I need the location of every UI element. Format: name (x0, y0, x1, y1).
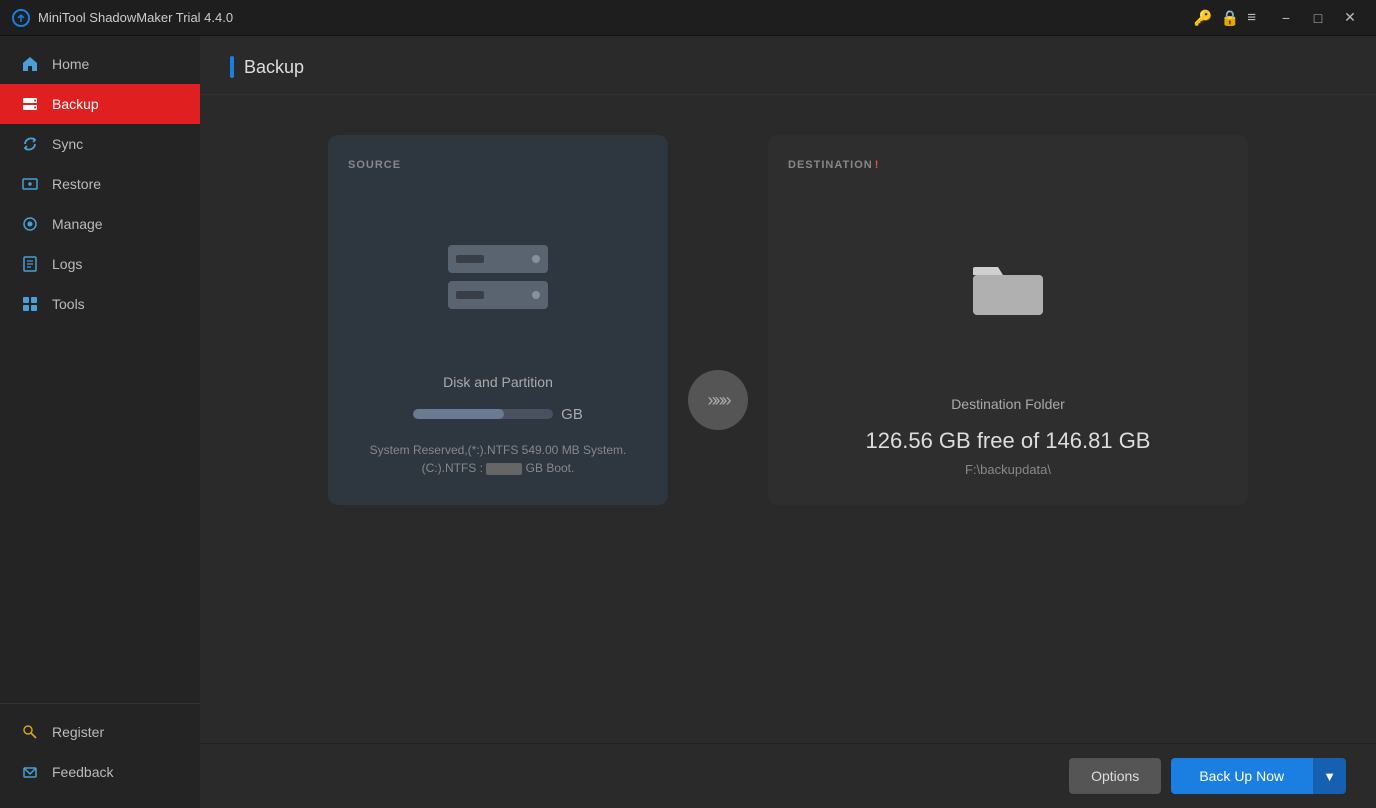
sidebar-label-tools: Tools (52, 296, 85, 312)
disk-dot-2 (532, 291, 540, 299)
source-card-label: Disk and Partition (443, 374, 553, 390)
arrow-chevrons: »»» (707, 390, 728, 411)
page-title: Backup (244, 57, 304, 78)
folder-icon (968, 255, 1048, 320)
header-accent-bar (230, 56, 234, 78)
page-header: Backup (200, 36, 1376, 95)
sidebar-label-backup: Backup (52, 96, 99, 112)
sidebar-label-feedback: Feedback (52, 764, 113, 780)
destination-icon-area (968, 195, 1048, 380)
source-detail-line2: (C:).NTFS : GB Boot. (422, 461, 575, 475)
app-title: MiniTool ShadowMaker Trial 4.4.0 (38, 10, 1194, 25)
sidebar-nav: Home Backup (0, 44, 200, 703)
sidebar-label-home: Home (52, 56, 89, 72)
manage-icon (20, 214, 40, 234)
destination-card[interactable]: DESTINATION! Destination Folder 126.56 G… (768, 135, 1248, 505)
maximize-button[interactable]: □ (1304, 4, 1332, 32)
disk-dot-1 (532, 255, 540, 263)
sidebar-item-home[interactable]: Home (0, 44, 200, 84)
destination-path: F:\backupdata\ (965, 462, 1051, 477)
source-size-fill (413, 409, 504, 419)
disk-slot-1 (456, 255, 484, 263)
mail-icon (20, 762, 40, 782)
disk-platter-1 (448, 245, 548, 273)
options-button[interactable]: Options (1069, 758, 1161, 794)
tools-icon (20, 294, 40, 314)
lock-icon[interactable]: 🔒 (1221, 9, 1240, 27)
source-detail: System Reserved,(*:).NTFS 549.00 MB Syst… (370, 441, 627, 477)
sidebar-item-logs[interactable]: Logs (0, 244, 200, 284)
sidebar-bottom: Register Feedback (0, 703, 200, 808)
source-size-text: GB (561, 406, 583, 423)
bottom-bar: Options Back Up Now ▼ (200, 743, 1376, 808)
disk-icon (448, 245, 548, 309)
close-button[interactable]: ✕ (1336, 4, 1364, 32)
restore-icon (20, 174, 40, 194)
sidebar-label-manage: Manage (52, 216, 103, 232)
sidebar-label-logs: Logs (52, 256, 82, 272)
window-controls: − □ ✕ (1272, 4, 1364, 32)
cards-row: SOURCE Disk an (240, 135, 1336, 505)
source-card[interactable]: SOURCE Disk an (328, 135, 668, 505)
destination-label: DESTINATION! (788, 159, 879, 171)
main-content: Backup SOURCE (200, 36, 1376, 808)
dest-badge: ! (875, 159, 880, 171)
redacted-size (486, 463, 522, 475)
title-bar-utility-icons: 🔑 🔒 ≡ (1194, 9, 1256, 27)
destination-free-size: 126.56 GB free of 146.81 GB (866, 428, 1151, 454)
app-body: Home Backup (0, 36, 1376, 808)
sidebar-item-backup[interactable]: Backup (0, 84, 200, 124)
arrow-button[interactable]: »»» (688, 370, 748, 430)
backup-now-button[interactable]: Back Up Now (1171, 758, 1312, 794)
backup-dropdown-button[interactable]: ▼ (1312, 758, 1346, 794)
disk-platter-2 (448, 281, 548, 309)
sync-icon (20, 134, 40, 154)
logs-icon (20, 254, 40, 274)
content-area: SOURCE Disk an (200, 95, 1376, 743)
sidebar-item-tools[interactable]: Tools (0, 284, 200, 324)
sidebar-item-register[interactable]: Register (0, 712, 200, 752)
sidebar-label-register: Register (52, 724, 104, 740)
source-label: SOURCE (348, 159, 401, 171)
disk-slot-2 (456, 291, 484, 299)
sidebar-item-sync[interactable]: Sync (0, 124, 200, 164)
backup-button-group: Back Up Now ▼ (1171, 758, 1346, 794)
source-size-bar (413, 409, 553, 419)
sidebar-item-restore[interactable]: Restore (0, 164, 200, 204)
title-bar: MiniTool ShadowMaker Trial 4.4.0 🔑 🔒 ≡ −… (0, 0, 1376, 36)
minimize-button[interactable]: − (1272, 4, 1300, 32)
menu-icon[interactable]: ≡ (1247, 9, 1256, 26)
key-icon (20, 722, 40, 742)
sidebar-item-feedback[interactable]: Feedback (0, 752, 200, 792)
source-icon-area (448, 195, 548, 358)
sidebar-item-manage[interactable]: Manage (0, 204, 200, 244)
destination-card-label: Destination Folder (951, 396, 1065, 412)
backup-icon (20, 94, 40, 114)
home-icon (20, 54, 40, 74)
source-detail-line1: System Reserved,(*:).NTFS 549.00 MB Syst… (370, 443, 627, 457)
sidebar-label-restore: Restore (52, 176, 101, 192)
app-icon (12, 9, 30, 27)
sidebar-label-sync: Sync (52, 136, 83, 152)
key-icon[interactable]: 🔑 (1194, 9, 1213, 27)
sidebar: Home Backup (0, 36, 200, 808)
